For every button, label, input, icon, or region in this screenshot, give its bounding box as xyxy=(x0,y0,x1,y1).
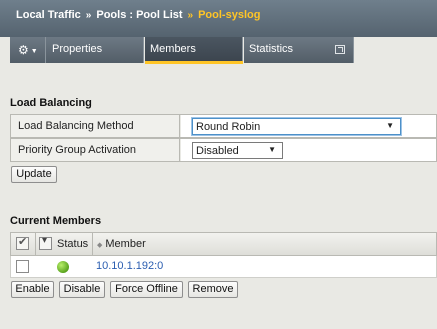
force-offline-button[interactable]: Force Offline xyxy=(110,281,183,298)
gear-icon: ⚙ xyxy=(18,43,29,57)
breadcrumb-pool-list[interactable]: Pools : Pool List xyxy=(96,9,182,21)
column-divider xyxy=(92,233,93,255)
tab-properties-label: Properties xyxy=(52,43,103,55)
priority-group-cell: Disabled ▼ xyxy=(181,139,436,161)
popout-icon[interactable] xyxy=(335,45,345,54)
priority-group-value: Disabled xyxy=(196,145,239,157)
tab-gear-menu[interactable]: ⚙ ▼ xyxy=(10,37,46,63)
chevron-down-icon: ▼ xyxy=(268,145,276,154)
column-divider xyxy=(35,233,36,255)
tab-bar: ⚙ ▼ Properties Members Statistics xyxy=(0,37,437,64)
tab-members-label: Members xyxy=(150,43,196,55)
load-balancing-method-row: Load Balancing Method Round Robin ▼ xyxy=(10,114,437,138)
active-tab-indicator xyxy=(145,61,243,64)
table-row: 10.10.1.192:0 xyxy=(10,256,437,278)
load-balancing-method-select[interactable]: Round Robin ▼ xyxy=(192,118,401,135)
priority-group-select[interactable]: Disabled ▼ xyxy=(192,142,283,159)
load-balancing-method-value: Round Robin xyxy=(196,121,261,133)
select-all-checkbox[interactable]: ✔ xyxy=(16,236,29,250)
chevron-down-icon: ▼ xyxy=(386,121,394,130)
sort-icon: ◆ xyxy=(97,242,103,249)
priority-group-label: Priority Group Activation xyxy=(11,139,180,161)
remove-button[interactable]: Remove xyxy=(188,281,238,298)
load-balancing-method-label: Load Balancing Method xyxy=(11,115,180,137)
tab-members[interactable]: Members xyxy=(145,37,243,64)
breadcrumb-local-traffic[interactable]: Local Traffic xyxy=(16,9,81,21)
disable-button[interactable]: Disable xyxy=(59,281,105,298)
breadcrumb-separator: » xyxy=(187,10,194,21)
current-members-heading: Current Members xyxy=(10,215,102,227)
members-table-header: ✔ Status ◆Member xyxy=(10,232,437,256)
checkmark-icon: ✔ xyxy=(18,236,28,248)
tab-properties[interactable]: Properties xyxy=(46,37,144,63)
member-link[interactable]: 10.10.1.192:0 xyxy=(96,260,163,272)
enable-button[interactable]: Enable xyxy=(11,281,54,298)
selection-menu-button[interactable] xyxy=(39,235,52,250)
load-balancing-heading: Load Balancing xyxy=(10,97,92,109)
tab-statistics-label: Statistics xyxy=(249,43,294,55)
status-available-icon xyxy=(57,261,69,273)
chevron-down-icon: ▼ xyxy=(30,48,38,55)
breadcrumb-separator: » xyxy=(85,10,92,21)
column-member-label: Member xyxy=(105,238,146,250)
load-balancing-method-cell: Round Robin ▼ xyxy=(181,115,436,137)
row-checkbox[interactable] xyxy=(16,260,29,273)
priority-group-row: Priority Group Activation Disabled ▼ xyxy=(10,138,437,162)
update-button[interactable]: Update xyxy=(11,166,57,183)
column-status[interactable]: Status xyxy=(57,238,88,250)
tab-statistics[interactable]: Statistics xyxy=(244,37,354,63)
breadcrumb-current: Pool-syslog xyxy=(198,9,261,21)
column-member[interactable]: ◆ Member xyxy=(97,238,146,250)
breadcrumb: Local Traffic » Pools : Pool List » Pool-sys… xyxy=(0,0,437,37)
